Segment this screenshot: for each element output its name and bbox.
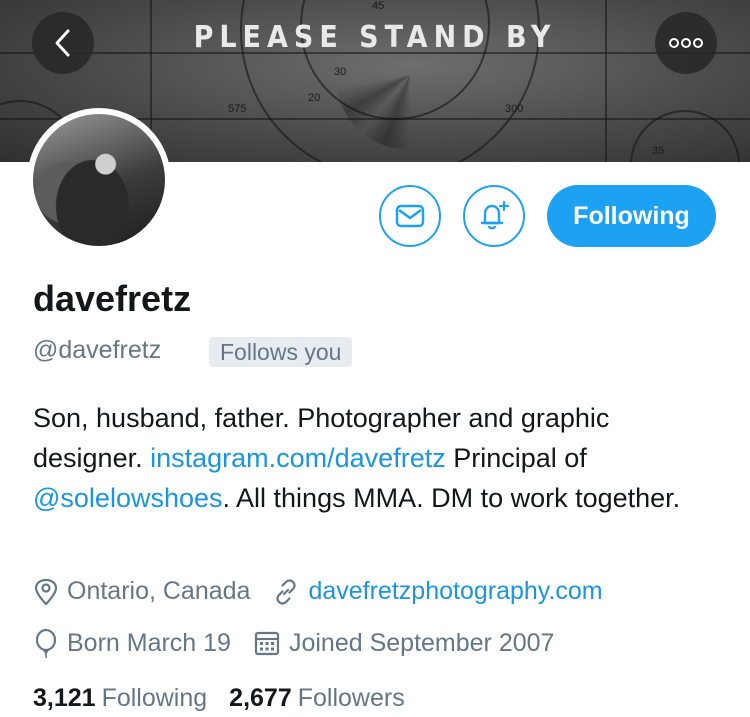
bio-text: Principal of <box>445 443 587 473</box>
profile-meta-row-2: Born March 19 Joined September 2007 <box>33 628 576 658</box>
website[interactable]: davefretzphotography.com <box>272 577 603 606</box>
profile-meta-row: Ontario, Canada davefretzphotography.com <box>33 577 625 606</box>
profile-name: davefretz <box>33 278 192 319</box>
birthday-balloon-icon <box>35 628 57 658</box>
banner-number: 45 <box>372 0 385 12</box>
bio-text: . All things MMA. DM to work together. <box>222 483 681 513</box>
mail-icon <box>395 204 425 228</box>
more-options-icon <box>669 38 703 48</box>
location-text: Ontario, Canada <box>67 577 251 605</box>
following-stat[interactable]: 3,121 Following <box>33 684 229 713</box>
avatar-photo <box>33 114 165 246</box>
bio-instagram-link[interactable]: instagram.com/davefretz <box>150 443 446 473</box>
more-options-button[interactable] <box>655 12 717 74</box>
location: Ontario, Canada <box>33 577 250 606</box>
follow-stats: 3,121 Following 2,677 Followers <box>33 684 427 713</box>
banner-number: 300 <box>505 103 524 115</box>
follows-you-badge: Follows you <box>209 337 353 367</box>
back-arrow-icon <box>55 29 70 57</box>
avatar[interactable] <box>27 108 171 252</box>
location-pin-icon <box>34 578 58 605</box>
joined-date: Joined September 2007 <box>253 629 554 658</box>
birthday: Born March 19 <box>33 628 231 658</box>
followers-label: Followers <box>297 684 405 712</box>
calendar-icon <box>254 631 280 656</box>
website-link[interactable]: davefretzphotography.com <box>308 577 602 606</box>
following-label: Following <box>101 684 208 712</box>
profile-handle: @davefretz <box>33 336 162 364</box>
banner-number: 575 <box>228 103 247 115</box>
followers-stat[interactable]: 2,677 Followers <box>229 684 427 713</box>
banner-number: 35 <box>652 145 665 157</box>
followers-count: 2,677 <box>229 684 292 712</box>
message-button[interactable] <box>379 185 441 247</box>
profile-bio: Son, husband, father. Photographer and g… <box>33 398 723 518</box>
link-icon <box>276 578 297 605</box>
notifications-button[interactable] <box>463 185 525 247</box>
banner-title: PLEASE STAND BY <box>193 20 557 55</box>
bio-mention-link[interactable]: @solelowshoes <box>33 483 223 513</box>
back-button[interactable] <box>32 12 94 74</box>
banner-number: 30 <box>334 66 347 78</box>
birthday-text: Born March 19 <box>67 628 231 657</box>
notification-bell-icon <box>480 200 510 230</box>
banner-number: 20 <box>308 92 321 104</box>
following-button[interactable]: Following <box>547 185 716 247</box>
following-count: 3,121 <box>33 684 96 712</box>
joined-text: Joined September 2007 <box>288 628 555 657</box>
